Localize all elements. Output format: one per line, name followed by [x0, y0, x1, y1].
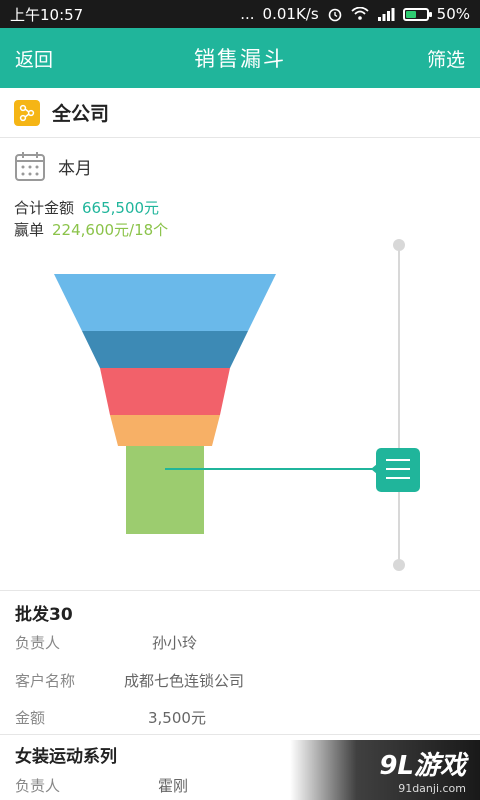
battery-icon — [402, 7, 432, 21]
back-button[interactable]: 返回 — [15, 45, 53, 72]
funnel-stage-2[interactable] — [82, 331, 248, 368]
org-icon — [14, 99, 40, 126]
total-label: 合计金额 — [14, 199, 75, 217]
funnel-stage-1[interactable] — [54, 274, 276, 331]
total-value: 665,500元 — [82, 199, 160, 217]
item-title: 女装运动系列 — [15, 747, 117, 767]
slider-handle[interactable] — [371, 448, 420, 492]
signal-icon — [377, 8, 395, 21]
funnel-stage-4[interactable] — [110, 415, 220, 446]
status-time: 上午10:57 — [10, 5, 84, 24]
company-name: 全公司 — [52, 103, 110, 125]
net-speed: 0.01K/s — [262, 5, 319, 23]
dots-indicator: ... — [240, 5, 255, 23]
company-selector[interactable]: 全公司 — [0, 88, 480, 138]
alarm-icon — [328, 8, 341, 22]
page-title: 销售漏斗 — [194, 47, 286, 71]
wifi-icon — [351, 7, 369, 20]
funnel-stages — [54, 274, 276, 534]
total-row: 合计金额 665,500元 — [14, 197, 168, 219]
summary: 合计金额 665,500元 赢单 224,600元/18个 — [14, 197, 168, 241]
funnel-stage-3[interactable] — [100, 368, 230, 415]
item-title: 批发30 — [15, 605, 73, 625]
app-header: 返回 销售漏斗 筛选 — [0, 28, 480, 88]
owner-label: 负责人 — [15, 634, 61, 652]
amount-label: 金额 — [15, 709, 46, 727]
watermark-url: 91danji.com — [398, 782, 466, 795]
slider-bottom-end — [393, 559, 405, 571]
funnel-stage-5[interactable] — [126, 446, 204, 534]
owner-value: 霍刚 — [158, 777, 189, 795]
owner-label: 负责人 — [15, 777, 61, 795]
customer-label: 客户名称 — [15, 672, 76, 690]
period-selector[interactable]: 本月 — [14, 150, 92, 182]
battery-percent: 50% — [436, 5, 470, 23]
status-bar: 上午10:57 ... 0.01K/s 50% — [0, 0, 480, 28]
watermark-logo: 9L游戏 91danji.com — [290, 740, 480, 800]
watermark-brand: 9L游戏 — [379, 751, 466, 781]
slider-top-end — [393, 239, 405, 251]
filter-button[interactable]: 筛选 — [427, 45, 465, 72]
divider — [0, 590, 480, 591]
customer-value: 成都七色连锁公司 — [124, 672, 245, 690]
divider — [0, 734, 480, 735]
status-icons: ... 0.01K/s 50% — [240, 5, 470, 23]
period-label: 本月 — [58, 158, 92, 179]
owner-value: 孙小玲 — [152, 634, 198, 652]
sales-funnel-chart — [54, 239, 420, 571]
amount-value: 3,500元 — [148, 709, 206, 727]
calendar-icon — [15, 152, 45, 181]
